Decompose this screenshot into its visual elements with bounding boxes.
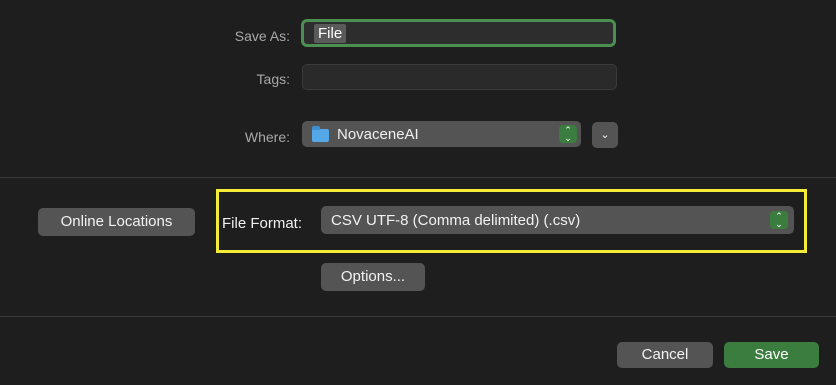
save-as-input[interactable]: File [301,19,616,47]
expand-dialog-button[interactable]: ⌄ [592,122,618,148]
where-label: Where: [244,129,290,145]
divider-top [0,177,836,178]
file-format-select[interactable]: CSV UTF-8 (Comma delimited) (.csv) ⌃ ⌄ [321,206,794,234]
where-select[interactable]: NovaceneAI ⌃ ⌄ [302,121,581,147]
chevron-down-icon: ⌄ [600,129,610,141]
tags-input[interactable] [302,64,617,90]
where-value: NovaceneAI [337,125,419,143]
file-format-value: CSV UTF-8 (Comma delimited) (.csv) [331,211,581,229]
save-dialog: Save As: File Tags: Where: NovaceneAI ⌃ … [0,0,836,385]
cancel-button[interactable]: Cancel [617,342,713,368]
save-as-value[interactable]: File [314,23,347,43]
divider-bottom [0,316,836,317]
save-as-label: Save As: [234,28,290,44]
online-locations-button[interactable]: Online Locations [38,208,195,236]
save-button[interactable]: Save [724,342,819,368]
options-button[interactable]: Options... [321,263,425,291]
tags-label: Tags: [256,71,290,87]
up-down-chevron-icon[interactable]: ⌃ ⌄ [770,211,788,229]
up-down-chevron-icon[interactable]: ⌃ ⌄ [559,125,577,143]
folder-icon [312,125,329,142]
file-format-label: File Format: [222,215,303,232]
